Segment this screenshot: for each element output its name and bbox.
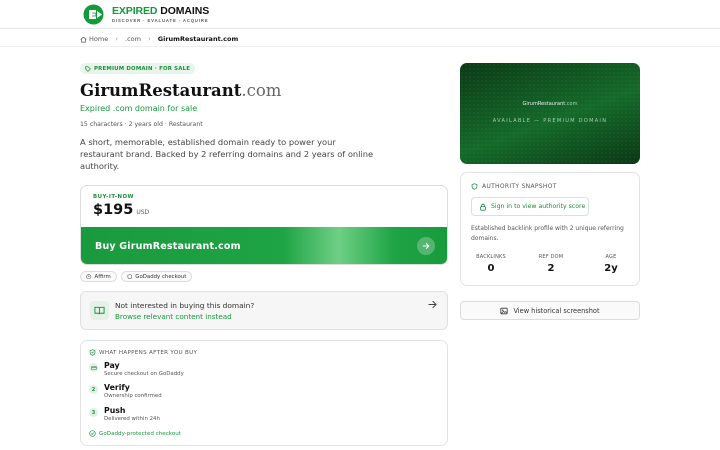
shield-icon bbox=[471, 183, 478, 190]
arrow-right-icon bbox=[428, 300, 437, 309]
check-circle-icon bbox=[89, 430, 96, 437]
authority-description: Established backlink profile with 2 uniq… bbox=[471, 225, 624, 242]
breadcrumb-current: GirumRestaurant.com bbox=[157, 35, 239, 43]
credit-card-icon bbox=[89, 363, 98, 372]
authority-stats: BACKLINKS 0 REF DOM 2 AGE 2y bbox=[461, 254, 641, 274]
step-subtitle: Delivered within 24h bbox=[104, 416, 160, 422]
step-title: Verify bbox=[104, 383, 130, 392]
currency: USD bbox=[136, 209, 150, 216]
logo-tagline: DISCOVER · EVALUATE · ACQUIRE bbox=[112, 17, 209, 23]
step-subtitle: Secure checkout on GoDaddy bbox=[104, 371, 184, 377]
chip-affirm: Affirm bbox=[80, 271, 117, 282]
stat-age: AGE 2y bbox=[604, 254, 618, 274]
payment-options: Affirm GoDaddy checkout bbox=[80, 271, 196, 282]
book-icon bbox=[90, 301, 109, 320]
steps-heading: WHAT HAPPENS AFTER YOU BUY bbox=[89, 349, 197, 356]
step-title: Push bbox=[104, 406, 126, 415]
logo-title: EXPIRED DOMAINS bbox=[112, 5, 210, 18]
clock-icon bbox=[86, 274, 92, 279]
step-push: 3 Push Delivered within 24h bbox=[89, 406, 160, 422]
lock-icon bbox=[480, 203, 486, 211]
after-purchase-steps: WHAT HAPPENS AFTER YOU BUY Pay Secure ch… bbox=[80, 340, 448, 446]
step-subtitle: Ownership confirmed bbox=[104, 393, 162, 399]
site-logo[interactable]: EXPIRED DOMAINS DISCOVER · EVALUATE · AC… bbox=[83, 4, 209, 25]
domain-meta: 15 characters · 2 years old · Restaurant bbox=[80, 121, 203, 128]
authority-snapshot-card: AUTHORITY SNAPSHOT Sign in to view autho… bbox=[460, 172, 640, 286]
browse-content-card[interactable]: Not interested in buying this domain? Br… bbox=[80, 291, 448, 330]
preview-domain-name: GirumRestaurant.com bbox=[522, 101, 578, 107]
domain-description: A short, memorable, established domain r… bbox=[80, 137, 374, 171]
shield-icon bbox=[127, 274, 132, 279]
view-history-button[interactable]: View historical screenshot bbox=[460, 301, 640, 320]
premium-badge: PREMIUM DOMAIN · FOR SALE bbox=[80, 63, 196, 74]
step-number: 2 bbox=[89, 385, 98, 394]
buy-button-label: Buy GirumRestaurant.com bbox=[95, 241, 241, 252]
domain-subtitle: Expired .com domain for sale bbox=[80, 104, 198, 113]
image-icon bbox=[500, 307, 509, 314]
buy-button[interactable]: Buy GirumRestaurant.com bbox=[81, 227, 447, 264]
step-verify: 2 Verify Ownership confirmed bbox=[89, 383, 162, 399]
chevron-right-icon: › bbox=[147, 35, 151, 43]
breadcrumb-divider bbox=[0, 46, 720, 47]
buy-now-label: BUY-IT-NOW bbox=[93, 194, 134, 200]
browse-title: Not interested in buying this domain? bbox=[115, 301, 255, 310]
price: $195 USD bbox=[93, 202, 150, 218]
tag-icon bbox=[85, 65, 91, 72]
breadcrumb-home[interactable]: Home bbox=[89, 35, 108, 43]
step-number: 3 bbox=[89, 408, 98, 417]
stat-ref-domains: REF DOM 2 bbox=[538, 254, 564, 274]
preview-caption: AVAILABLE — PREMIUM DOMAIN bbox=[492, 118, 608, 124]
domain-title: GirumRestaurant.com bbox=[80, 81, 282, 100]
signin-authority-button[interactable]: Sign in to view authority score bbox=[471, 197, 589, 216]
step-title: Pay bbox=[104, 361, 120, 370]
shield-check-icon bbox=[89, 349, 96, 356]
domain-preview-card: GirumRestaurant.com AVAILABLE — PREMIUM … bbox=[460, 63, 640, 164]
arrow-right-icon bbox=[417, 237, 435, 255]
browse-link[interactable]: Browse relevant content instead bbox=[115, 312, 232, 321]
buy-card: BUY-IT-NOW $195 USD Buy GirumRestaurant.c… bbox=[80, 185, 448, 265]
breadcrumb: Home › .com › GirumRestaurant.com bbox=[80, 33, 238, 45]
home-icon bbox=[80, 36, 87, 43]
chip-godaddy: GoDaddy checkout bbox=[120, 271, 193, 282]
chevron-right-icon: › bbox=[115, 35, 119, 43]
authority-heading: AUTHORITY SNAPSHOT bbox=[471, 183, 557, 190]
site-header: EXPIRED DOMAINS DISCOVER · EVALUATE · AC… bbox=[0, 0, 720, 29]
stat-backlinks: BACKLINKS 0 bbox=[476, 254, 506, 274]
breadcrumb-tld[interactable]: .com bbox=[125, 35, 141, 43]
protected-checkout-note: GoDaddy-protected checkout bbox=[89, 430, 181, 437]
step-pay: Pay Secure checkout on GoDaddy bbox=[89, 361, 184, 377]
logo-icon bbox=[83, 4, 104, 25]
